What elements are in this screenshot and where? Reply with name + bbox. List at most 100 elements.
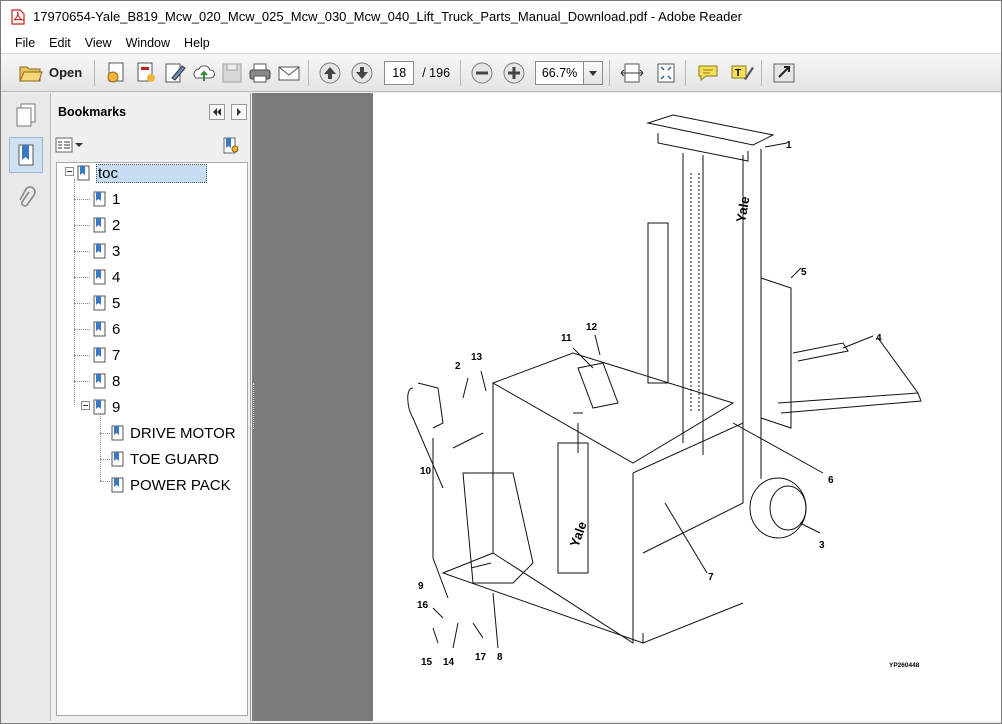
comment-button[interactable] [695,59,721,87]
previous-page-button[interactable] [318,59,342,87]
save-button[interactable] [220,59,244,87]
arrow-up-icon [319,62,341,83]
toolbar-separator [685,59,687,86]
print-button[interactable] [247,59,273,87]
bookmark-label: toc [96,163,208,183]
tree-connector [74,277,90,278]
tree-connector [100,459,110,460]
zoom-out-button[interactable] [470,59,494,87]
callout-8: 8 [497,652,503,663]
lift-truck-exploded-diagram: Yale Yale 1 2 3 4 5 6 7 8 9 10 11 12 13 … [407,114,922,669]
fit-page-icon [657,63,675,82]
double-chevron-left-icon [213,108,221,116]
tree-connector [74,199,90,200]
callout-6: 6 [828,475,834,486]
callout-14: 14 [443,657,455,668]
tree-connector [100,411,101,481]
combine-button[interactable] [133,59,159,87]
bookmark-1[interactable]: 1 [93,187,120,211]
bookmark-2[interactable]: 2 [93,213,120,237]
bookmark-8[interactable]: 8 [93,369,120,393]
open-label: Open [49,65,83,80]
paperclip-icon [19,186,36,207]
panel-next-button[interactable] [231,104,247,120]
attachments-button[interactable] [9,181,43,217]
toolbar-separator [94,59,96,86]
collapse-toggle[interactable] [81,401,90,410]
callout-13: 13 [471,352,483,363]
highlight-button[interactable]: T [729,59,755,87]
menu-edit[interactable]: Edit [42,32,78,54]
folder-icon [19,66,43,81]
bookmark-5[interactable]: 5 [93,291,120,315]
fit-width-button[interactable] [619,59,645,87]
open-button[interactable]: Open [13,59,88,87]
callout-9: 9 [418,581,424,592]
fit-page-button[interactable] [653,59,679,87]
combine-files-icon [137,62,156,82]
toolbar-separator [761,59,763,86]
email-button[interactable] [276,59,302,87]
svg-text:T: T [735,68,741,79]
callout-4: 4 [876,333,882,344]
menu-window[interactable]: Window [119,32,177,54]
bookmark-7[interactable]: 7 [93,343,120,367]
zoom-in-button[interactable] [502,59,526,87]
toolbar-separator [609,59,611,86]
callout-16: 16 [417,600,429,611]
bookmark-icon [93,347,106,363]
page-total-label: / 196 [422,65,451,80]
bookmark-icon [93,191,106,207]
pdf-page: Yale Yale 1 2 3 4 5 6 7 8 9 10 11 12 13 … [373,93,1001,721]
bookmark-toe-guard[interactable]: TOE GUARD [111,447,219,471]
navigation-rail [1,93,51,721]
upload-button[interactable] [191,59,217,87]
tree-connector [74,355,90,356]
bookmark-3[interactable]: 3 [93,239,120,263]
menu-help[interactable]: Help [177,32,217,54]
bookmark-icon [93,295,106,311]
bookmark-label: 9 [112,398,121,416]
tree-connector [74,329,90,330]
bookmarks-title: Bookmarks [58,105,127,119]
bookmark-options-button[interactable] [55,137,83,153]
zoom-level-input[interactable]: 66.7% [535,60,584,85]
edit-button[interactable] [162,59,188,87]
tree-connector [74,251,90,252]
callout-3: 3 [819,540,825,551]
bookmark-drive-motor[interactable]: DRIVE MOTOR [111,421,236,445]
callout-10: 10 [420,466,432,477]
next-page-button[interactable] [350,59,374,87]
adobe-reader-window: 17970654-Yale_B819_Mcw_020_Mcw_025_Mcw_0… [0,0,1002,724]
collapse-panel-button[interactable] [209,104,225,120]
collapse-toggle[interactable] [65,167,74,176]
speech-bubble-icon [698,65,718,81]
create-pdf-button[interactable] [104,59,130,87]
bookmarks-panel: Bookmarks toc 1 2 3 4 5 6 7 8 9 DRIVE MO… [51,93,251,721]
zoom-in-plus-icon [503,62,525,83]
pdf-file-icon [11,8,25,25]
bookmark-label: DRIVE MOTOR [130,424,236,442]
menu-view[interactable]: View [78,32,119,54]
tree-connector [74,381,90,382]
page-thumbnails-button[interactable] [9,97,43,133]
page-number-input[interactable]: 18 [384,60,415,85]
options-list-icon [55,137,73,153]
bookmark-label: 2 [112,216,121,234]
bookmark-label: 7 [112,346,121,364]
find-bookmark-button[interactable] [221,136,241,159]
menu-file[interactable]: File [1,32,42,54]
document-view[interactable]: Yale Yale 1 2 3 4 5 6 7 8 9 10 11 12 13 … [256,93,1001,721]
bookmark-power-pack[interactable]: POWER PACK [111,473,231,497]
bookmark-9[interactable]: 9 [93,395,120,419]
full-screen-button[interactable] [771,59,797,87]
bookmark-icon [77,165,90,181]
bookmark-6[interactable]: 6 [93,317,120,341]
zoom-dropdown-button[interactable] [583,60,604,85]
splitter-grip[interactable] [253,383,255,429]
bookmark-label: 4 [112,268,121,286]
bookmark-toc[interactable]: toc [77,161,208,185]
bookmark-4[interactable]: 4 [93,265,120,289]
bookmarks-panel-button[interactable] [9,137,43,173]
bookmark-icon [93,269,106,285]
